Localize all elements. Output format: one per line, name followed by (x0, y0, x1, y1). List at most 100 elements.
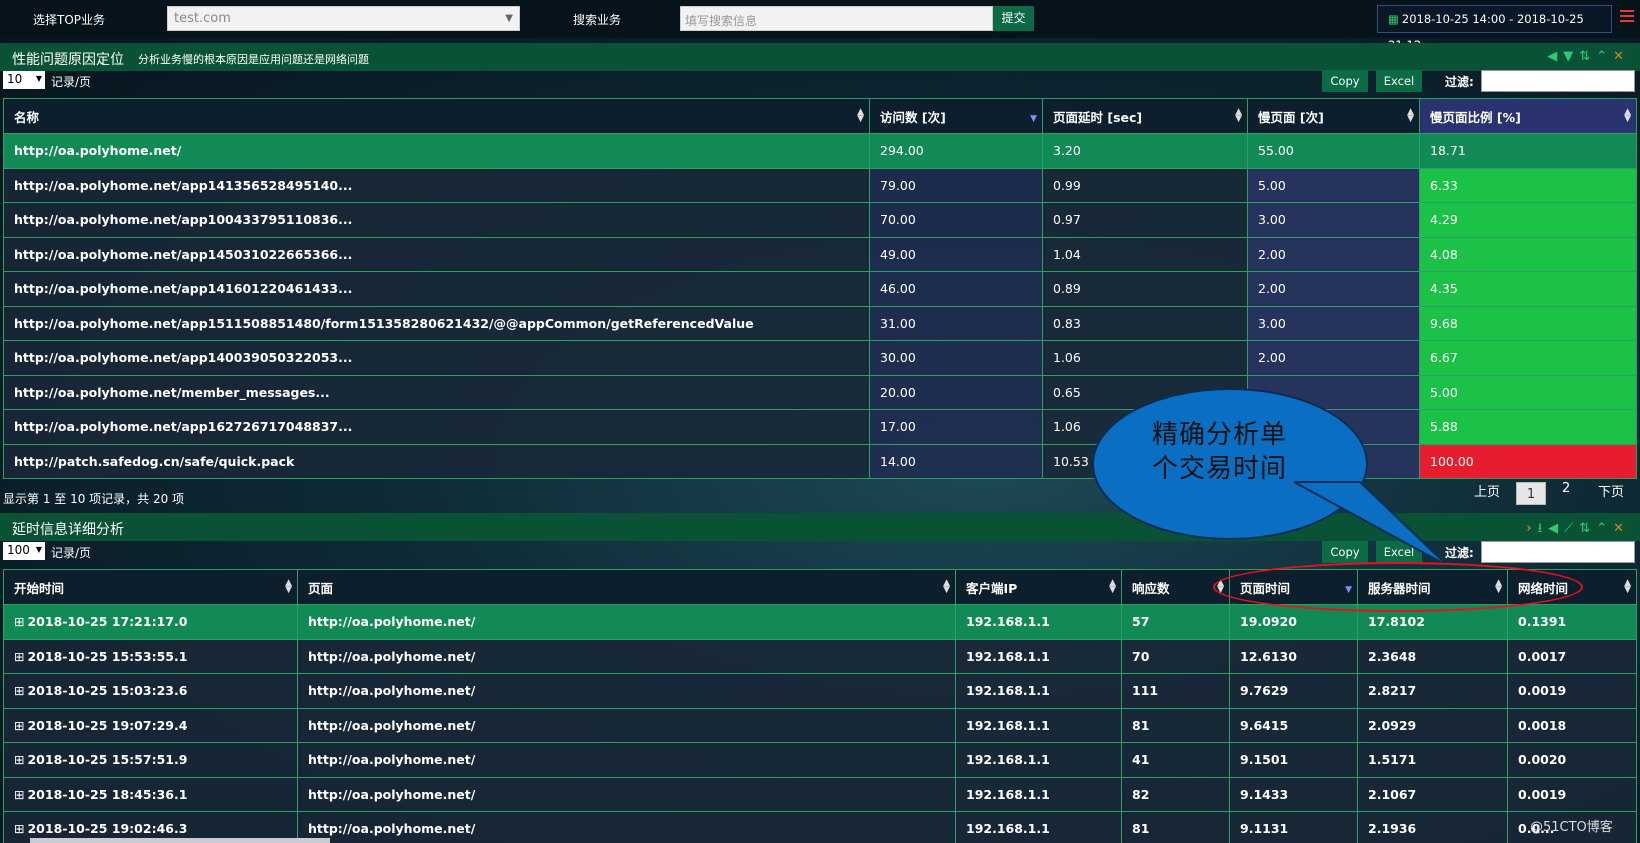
cell-start-time[interactable]: ⊞ 2018-10-25 19:07:29.4 (3, 707, 298, 743)
cell-visits: 49.00 (869, 236, 1043, 272)
cell-ratio: 6.67 (1419, 340, 1637, 376)
cell-start-time[interactable]: ⊞ 2018-10-25 15:57:51.9 (3, 742, 298, 778)
cell-name: http://oa.polyhome.net/member_messages..… (3, 374, 870, 410)
download-icon[interactable]: ⭳ (1538, 521, 1549, 536)
close-icon[interactable]: ✕ (1613, 521, 1630, 536)
table-row[interactable]: http://oa.polyhome.net/app14160122046143… (3, 271, 1637, 307)
cell-start-time[interactable]: ⊞ 2018-10-25 15:53:55.1 (3, 638, 298, 674)
table-row[interactable]: ⊞ 2018-10-25 18:45:36.1 http://oa.polyhome… (3, 776, 1637, 812)
panel1-controls: 10 ▼ 记录/页 Copy Excel 过滤: (0, 68, 1640, 94)
search-label: 搜索业务 (573, 13, 622, 27)
cell-name: http://oa.polyhome.net/app16272671704883… (3, 409, 870, 445)
expand-icon[interactable]: ⊞ (14, 718, 24, 733)
chevron-down-icon: ▼ (35, 545, 42, 554)
table-row[interactable]: http://oa.polyhome.net/app14003905032205… (3, 340, 1637, 376)
table-row[interactable]: ⊞ 2018-10-25 15:57:51.9 http://oa.polyhome… (3, 742, 1637, 778)
page-2-button[interactable]: 2 (1562, 481, 1570, 496)
col-header-delay[interactable]: 页面延时 [sec] ▲ ▼ (1042, 98, 1248, 134)
page-size-select[interactable]: 100 ▼ (3, 542, 45, 560)
cell-page-time: 9.1131 (1229, 811, 1358, 843)
cell-delay: 1.04 (1042, 236, 1248, 272)
submit-button[interactable]: 提交 (993, 6, 1034, 31)
cell-name: http://oa.polyhome.net/app14135652849514… (3, 167, 870, 203)
col-header-slow[interactable]: 慢页面 [次] ▲ ▼ (1247, 98, 1420, 134)
back-icon[interactable]: ◀ (1548, 521, 1564, 536)
cell-start-time[interactable]: ⊞ 2018-10-25 17:21:17.0 (3, 604, 298, 640)
col-header-ratio[interactable]: 慢页面比例 [%] ▲ ▼ (1419, 98, 1637, 134)
page-size-value: 100 (7, 543, 30, 557)
page-size-select[interactable]: 10 ▼ (3, 71, 45, 89)
prev-page-button[interactable]: 上页 (1474, 481, 1500, 500)
cell-ratio: 100.00 (1419, 443, 1637, 479)
cell-delay: 3.20 (1042, 133, 1248, 169)
cell-visits: 30.00 (869, 340, 1043, 376)
panel1-header: 性能问题原因定位 分析业务慢的根本原因是应用问题还是网络问题 ◀▼⇅⌃✕ (0, 43, 1640, 71)
cell-visits: 70.00 (869, 202, 1043, 238)
expand-icon[interactable]: ⊞ (14, 649, 24, 664)
expand-icon[interactable]: ⊞ (14, 683, 24, 698)
chart-icon[interactable]: ⟋ (1564, 521, 1579, 536)
filter-icon[interactable]: ▼ (1563, 49, 1579, 64)
table-row[interactable]: http://oa.polyhome.net/294.00 3.20 55.00 18… (3, 133, 1637, 169)
col-header-client-ip[interactable]: 客户端IP ▲ ▼ (955, 569, 1122, 605)
table-row[interactable]: http://oa.polyhome.net/app14503102266536… (3, 236, 1637, 272)
filter-label: 过滤: (1445, 75, 1474, 89)
cell-start-time[interactable]: ⊞ 2018-10-25 18:45:36.1 (3, 776, 298, 812)
highlight-oval (1213, 562, 1583, 612)
search-input[interactable]: 填写搜索信息 (680, 6, 993, 31)
cell-delay: 0.99 (1042, 167, 1248, 203)
panel1-title: 性能问题原因定位 (12, 52, 124, 68)
chevron-down-icon: ▼ (505, 13, 513, 24)
menu-icon[interactable] (1620, 10, 1634, 24)
table-row[interactable]: http://oa.polyhome.net/app1511508851480/… (3, 305, 1637, 341)
cell-slow: 2.00 (1247, 236, 1420, 272)
expand-icon[interactable]: ⊞ (14, 821, 24, 836)
horizontal-scrollbar[interactable] (30, 838, 330, 843)
sort-icon[interactable]: ⇅ (1579, 49, 1596, 64)
table-row[interactable]: ⊞ 2018-10-25 15:03:23.6 http://oa.polyhome… (3, 673, 1637, 709)
cell-visits: 79.00 (869, 167, 1043, 203)
excel-button[interactable]: Excel (1376, 70, 1422, 92)
copy-button[interactable]: Copy (1322, 70, 1368, 92)
panel2-title: 延时信息详细分析 (12, 522, 124, 538)
date-range-picker[interactable]: ▦2018-10-25 14:00 - 2018-10-25 21:12 ▼ (1377, 5, 1612, 52)
table-row[interactable]: http://oa.polyhome.net/app14135652849514… (3, 167, 1637, 203)
next-page-button[interactable]: 下页 (1598, 481, 1624, 500)
back-icon[interactable]: ◀ (1547, 49, 1563, 64)
col-header-visits[interactable]: 访问数 [次] ▼ (869, 98, 1043, 134)
cell-ratio: 4.08 (1419, 236, 1637, 272)
cell-responses: 111 (1121, 673, 1230, 709)
sort-icon: ▲ ▼ (1235, 107, 1242, 124)
table-row[interactable]: ⊞ 2018-10-25 19:07:29.4 http://oa.polyhome… (3, 707, 1637, 743)
table-row[interactable]: http://oa.polyhome.net/app10043379511083… (3, 202, 1637, 238)
sort-icon: ▲ ▼ (1624, 578, 1631, 595)
col-header-start-time[interactable]: 开始时间 ▲ ▼ (3, 569, 298, 605)
table-row[interactable]: http://patch.safedog.cn/safe/quick.pack 1… (3, 443, 1637, 479)
close-icon[interactable]: ✕ (1613, 49, 1630, 64)
cell-start-time[interactable]: ⊞ 2018-10-25 15:03:23.6 (3, 673, 298, 709)
business-select[interactable]: test.com ▼ (167, 6, 520, 31)
filter-input[interactable] (1481, 541, 1635, 563)
cell-visits: 31.00 (869, 305, 1043, 341)
table-row[interactable]: http://oa.polyhome.net/member_messages..… (3, 374, 1637, 410)
expand-icon[interactable]: ⊞ (14, 614, 24, 629)
filter-input[interactable] (1481, 70, 1635, 92)
col-header-page[interactable]: 页面 ▲ ▼ (297, 569, 956, 605)
cell-slow: 2.00 (1247, 340, 1420, 376)
col-header-name[interactable]: 名称 ▲ ▼ (3, 98, 870, 134)
collapse-icon[interactable]: ⌃ (1596, 521, 1613, 536)
cell-ratio: 4.35 (1419, 271, 1637, 307)
collapse-icon[interactable]: ⌃ (1596, 49, 1613, 64)
expand-icon[interactable]: ⊞ (14, 787, 24, 802)
page-1-button[interactable]: 1 (1516, 482, 1546, 505)
expand-icon[interactable]: ⊞ (14, 752, 24, 767)
cell-slow: 5.00 (1247, 167, 1420, 203)
callout-tail (1293, 481, 1449, 567)
table-row[interactable]: ⊞ 2018-10-25 15:53:55.1 http://oa.polyhome… (3, 638, 1637, 674)
callout-text: 精确分析单 个交易时间 (1152, 420, 1288, 484)
cell-client-ip: 192.168.1.1 (955, 638, 1122, 674)
chevron-right-icon[interactable]: › (1526, 521, 1537, 536)
table-row[interactable]: http://oa.polyhome.net/app16272671704883… (3, 409, 1637, 445)
cell-server-time: 2.3648 (1357, 638, 1508, 674)
sort-icon[interactable]: ⇅ (1579, 521, 1596, 536)
